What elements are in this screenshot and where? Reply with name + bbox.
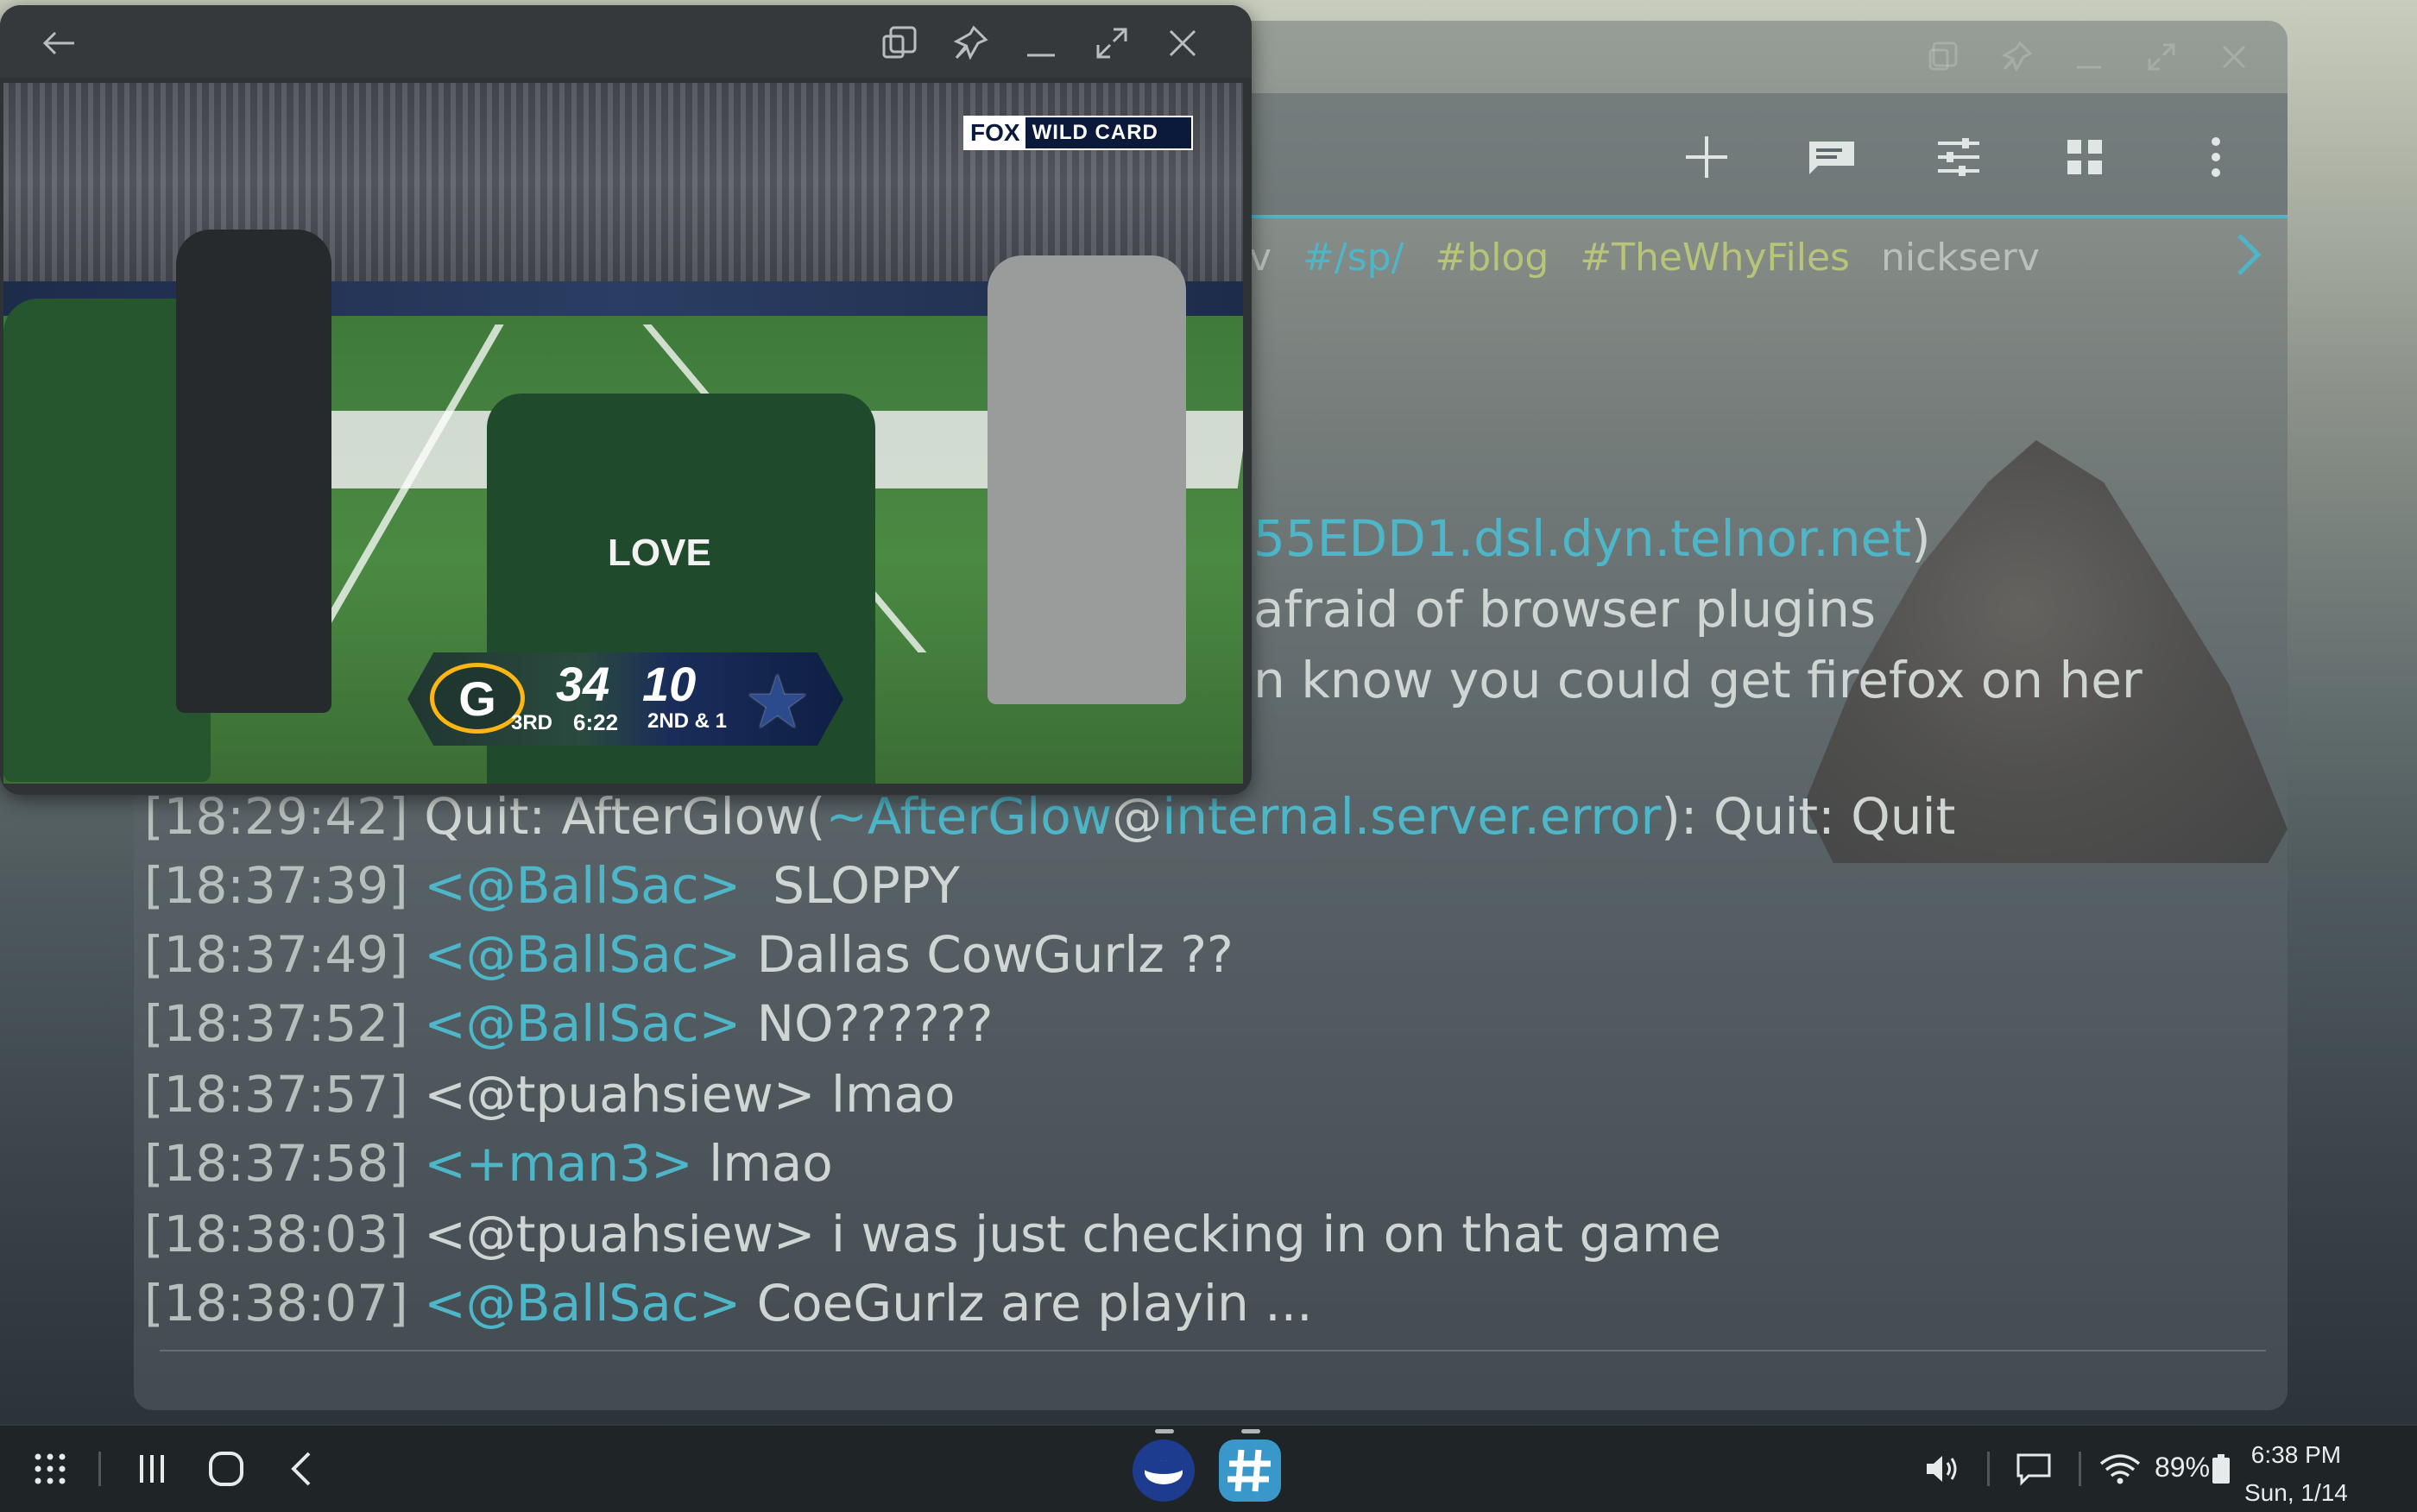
- home-score: 34: [556, 657, 610, 711]
- pin-icon[interactable]: [951, 24, 989, 62]
- timestamp: [18:29:42]: [144, 787, 408, 846]
- volume-icon[interactable]: [1923, 1448, 1961, 1490]
- close-icon[interactable]: [1164, 24, 1202, 62]
- scorebug: G 34 10 3RD 6:22 2ND & 1 ★: [407, 652, 843, 746]
- battery-percent: 89%: [2155, 1452, 2211, 1483]
- taskbar-divider: [2079, 1452, 2081, 1486]
- browser-app-icon[interactable]: [1133, 1440, 1195, 1502]
- taskbar: 89% 6:38 PM Sun, 1/14: [0, 1426, 2417, 1512]
- fox-wildcard-logo: FOX WILD CARD: [963, 116, 1193, 150]
- nick[interactable]: <@tpuahsiew>: [424, 1065, 815, 1124]
- time: 6:38 PM: [2250, 1441, 2342, 1468]
- nick[interactable]: <@tpuahsiew>: [424, 1205, 815, 1263]
- nick[interactable]: <+man3>: [424, 1134, 693, 1193]
- chat-message: [18:37:39] <@BallSac> SLOPPY: [144, 856, 960, 915]
- chat-message: [18:37:49] <@BallSac> Dallas CowGurlz ??: [144, 925, 1234, 984]
- game-clock: 6:22: [573, 709, 619, 735]
- video-popup-window: LOVE FOX WILD CARD G 34 10 3RD 6:22 2ND …: [0, 5, 1252, 795]
- pin-icon[interactable]: [1997, 38, 2035, 76]
- taskbar-divider: [1987, 1452, 1990, 1486]
- more-vertical-icon[interactable]: [2188, 129, 2243, 185]
- timestamp: [18:37:58]: [144, 1134, 408, 1193]
- nick[interactable]: <@BallSac>: [424, 856, 741, 915]
- cowboys-star-icon: ★: [744, 661, 811, 744]
- timestamp: [18:38:07]: [144, 1274, 408, 1332]
- taskbar-divider: [98, 1452, 101, 1486]
- wifi-icon[interactable]: [2098, 1448, 2142, 1490]
- chat-line-partial: n know you could get firefox on her: [1253, 651, 2142, 709]
- chat-message: [18:29:42] Quit: AfterGlow(~AfterGlow@in…: [144, 787, 1956, 846]
- running-indicator: [1241, 1429, 1260, 1433]
- chat-message: [18:38:07] <@BallSac> CoeGurlz are playi…: [144, 1274, 1313, 1332]
- chat-message: [18:38:03] <@tpuahsiew> i was just check…: [144, 1205, 1722, 1263]
- nick[interactable]: <@BallSac>: [424, 1274, 741, 1332]
- down-distance: 2ND & 1: [647, 709, 728, 733]
- pip-titlebar[interactable]: [0, 5, 1252, 78]
- recent-apps-icon[interactable]: [135, 1448, 169, 1490]
- timestamp: [18:37:49]: [144, 925, 408, 984]
- channel-tab[interactable]: #/sp/: [1303, 236, 1404, 280]
- away-score: 10: [642, 657, 697, 711]
- resize-icon[interactable]: [1925, 38, 1963, 76]
- settings-sliders-icon[interactable]: [1931, 129, 1986, 185]
- timestamp: [18:37:57]: [144, 1065, 408, 1124]
- chat-line-partial: 55EDD1.dsl.dyn.telnor.net): [1253, 509, 1931, 568]
- nick[interactable]: <@BallSac>: [424, 994, 741, 1053]
- chevron-right-icon[interactable]: [2227, 229, 2270, 280]
- home-icon[interactable]: [205, 1448, 247, 1490]
- chat-message: [18:37:58] <+man3> lmao: [144, 1134, 833, 1193]
- irc-app-icon[interactable]: [1219, 1440, 1281, 1502]
- minimize-icon[interactable]: [2070, 38, 2108, 76]
- maximize-icon[interactable]: [2142, 38, 2180, 76]
- chat-message: [18:37:52] <@BallSac> NO??????: [144, 994, 994, 1053]
- clock[interactable]: 6:38 PM Sun, 1/14: [2244, 1436, 2348, 1512]
- timestamp: [18:38:03]: [144, 1205, 408, 1263]
- grid-icon[interactable]: [2057, 129, 2112, 185]
- chat-line-partial: afraid of browser plugins: [1253, 580, 1877, 639]
- coach-figure: [988, 255, 1186, 704]
- date: Sun, 1/14: [2244, 1479, 2348, 1506]
- timestamp: [18:37:52]: [144, 994, 408, 1053]
- channel-tab[interactable]: nickserv: [1881, 236, 2040, 280]
- running-indicator: [1155, 1429, 1174, 1433]
- resize-icon[interactable]: [880, 24, 918, 62]
- message-icon[interactable]: [1804, 129, 1859, 185]
- channel-tab[interactable]: v: [1249, 236, 1272, 280]
- coach-figure: [176, 230, 331, 713]
- video-player[interactable]: LOVE FOX WILD CARD G 34 10 3RD 6:22 2ND …: [3, 83, 1243, 784]
- maximize-icon[interactable]: [1093, 24, 1131, 62]
- chat-message: [18:37:57] <@tpuahsiew> lmao: [144, 1065, 956, 1124]
- notifications-icon[interactable]: [2015, 1448, 2053, 1490]
- minimize-icon[interactable]: [1022, 24, 1060, 62]
- close-icon[interactable]: [2215, 38, 2253, 76]
- channel-tab[interactable]: #TheWhyFiles: [1580, 236, 1850, 280]
- message-input-divider: [160, 1350, 2266, 1351]
- battery-icon[interactable]: [2212, 1448, 2231, 1490]
- timestamp: [18:37:39]: [144, 856, 408, 915]
- back-arrow-icon[interactable]: [40, 24, 78, 62]
- jersey-name: LOVE: [608, 532, 711, 574]
- add-icon[interactable]: [1679, 129, 1734, 185]
- back-icon[interactable]: [285, 1448, 319, 1490]
- nick[interactable]: <@BallSac>: [424, 925, 741, 984]
- channel-tab[interactable]: #blog: [1435, 236, 1549, 280]
- apps-grid-icon[interactable]: [31, 1448, 69, 1490]
- quarter: 3RD: [511, 711, 553, 734]
